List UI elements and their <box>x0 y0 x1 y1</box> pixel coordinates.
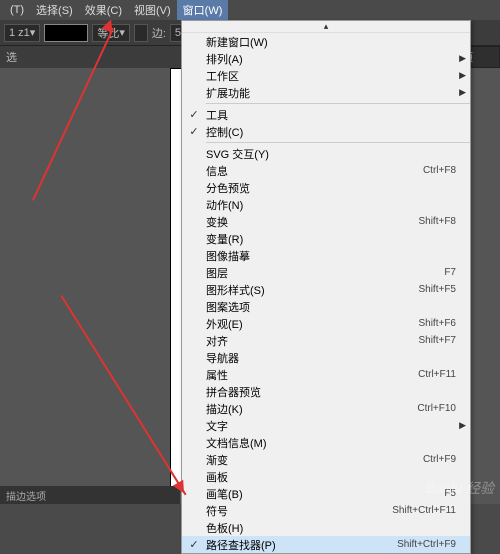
menu-item-label: 渐变 <box>206 452 423 468</box>
menu-item-label: 图像描摹 <box>206 248 456 264</box>
menu-item[interactable]: 文字▶ <box>182 417 470 434</box>
menu-item[interactable]: 属性Ctrl+F11 <box>182 366 470 383</box>
menu-item-shortcut: Shift+F5 <box>418 284 456 295</box>
menu-item[interactable]: 拼合器预览 <box>182 383 470 400</box>
menu-item-shortcut: Ctrl+F8 <box>423 165 456 176</box>
watermark: Baidu 经验 <box>426 478 494 498</box>
menu-item[interactable]: 描边(K)Ctrl+F10 <box>182 400 470 417</box>
check-icon: ✓ <box>182 125 206 138</box>
menu-item[interactable]: ✓路径查找器(P)Shift+Ctrl+F9 <box>182 536 470 553</box>
submenu-arrow-icon: ▶ <box>459 70 466 81</box>
menubar-item-1[interactable]: 选择(S) <box>30 0 79 20</box>
menu-item[interactable]: 新建窗口(W) <box>182 33 470 50</box>
menu-item-label: 动作(N) <box>206 197 456 213</box>
menu-item[interactable]: 图层F7 <box>182 264 470 281</box>
stroke-preview[interactable] <box>44 24 88 42</box>
menu-item-label: 图案选项 <box>206 299 456 315</box>
menu-item-label: 导航器 <box>206 350 456 366</box>
menu-item[interactable]: 扩展功能▶ <box>182 84 470 101</box>
menu-item-label: 图层 <box>206 265 444 281</box>
zoom-select[interactable]: 1 z1 ▾ <box>4 24 40 42</box>
menu-item[interactable]: 图案选项 <box>182 298 470 315</box>
menu-item[interactable]: 文档信息(M) <box>182 434 470 451</box>
menubar-item-4[interactable]: 窗口(W) <box>177 0 229 20</box>
menubar-item-3[interactable]: 视图(V) <box>128 0 177 20</box>
menu-item-shortcut: F7 <box>444 267 456 278</box>
menu-item[interactable]: 信息Ctrl+F8 <box>182 162 470 179</box>
menu-item[interactable]: 外观(E)Shift+F6 <box>182 315 470 332</box>
menu-item-label: 新建窗口(W) <box>206 34 456 50</box>
points-label: 边: <box>152 25 166 41</box>
menu-item-label: 文档信息(M) <box>206 435 456 451</box>
menu-item-label: 控制(C) <box>206 124 456 140</box>
menu-item-shortcut: Shift+Ctrl+F9 <box>397 539 456 550</box>
menu-item[interactable]: ✓控制(C) <box>182 123 470 140</box>
menu-item-shortcut: Shift+Ctrl+F11 <box>392 505 456 516</box>
menu-item-label: 色板(H) <box>206 520 456 536</box>
menu-scroll-up[interactable]: ▴ <box>182 21 470 33</box>
menu-item[interactable]: 图像描摹 <box>182 247 470 264</box>
menu-separator <box>206 142 470 143</box>
menu-item-shortcut: Shift+F7 <box>418 335 456 346</box>
menu-item-label: 符号 <box>206 503 392 519</box>
menu-item-label: 外观(E) <box>206 316 418 332</box>
menu-item[interactable]: SVG 交互(Y) <box>182 145 470 162</box>
menu-item[interactable]: 排列(A)▶ <box>182 50 470 67</box>
menu-item-label: 属性 <box>206 367 418 383</box>
menu-item-label: 工作区 <box>206 68 456 84</box>
bottom-bar: 描边选项 <box>0 486 180 504</box>
menu-item[interactable]: 渐变Ctrl+F9 <box>182 451 470 468</box>
menu-item[interactable]: 变量(R) <box>182 230 470 247</box>
menu-item-shortcut: Shift+F8 <box>418 216 456 227</box>
menu-item[interactable]: 图形样式(S)Shift+F5 <box>182 281 470 298</box>
menu-item[interactable]: 变换Shift+F8 <box>182 213 470 230</box>
menu-item-label: 扩展功能 <box>206 85 456 101</box>
menu-item[interactable]: 工作区▶ <box>182 67 470 84</box>
menu-item-label: 路径查找器(P) <box>206 537 397 553</box>
tool-prev[interactable] <box>134 24 148 42</box>
menu-item-label: 信息 <box>206 163 423 179</box>
menu-item-label: 画笔(B) <box>206 486 444 502</box>
menu-item-label: 描边(K) <box>206 401 417 417</box>
menu-item-label: 对齐 <box>206 333 418 349</box>
menu-separator <box>206 103 470 104</box>
menubar-item-0[interactable]: (T) <box>4 2 30 18</box>
menu-item-label: 变换 <box>206 214 418 230</box>
menu-item-shortcut: Ctrl+F10 <box>417 403 456 414</box>
menu-item[interactable]: 色板(H) <box>182 519 470 536</box>
check-icon: ✓ <box>182 538 206 551</box>
menu-item[interactable]: ✓工具 <box>182 106 470 123</box>
submenu-arrow-icon: ▶ <box>459 420 466 431</box>
menu-item[interactable]: 导航器 <box>182 349 470 366</box>
menu-item[interactable]: 对齐Shift+F7 <box>182 332 470 349</box>
menu-item-shortcut: Ctrl+F9 <box>423 454 456 465</box>
menu-item-label: 图形样式(S) <box>206 282 418 298</box>
menu-item[interactable]: 符号Shift+Ctrl+F11 <box>182 502 470 519</box>
menu-item-label: 工具 <box>206 107 456 123</box>
menu-item-label: 分色预览 <box>206 180 456 196</box>
menu-item-label: 排列(A) <box>206 51 456 67</box>
menu-item-label: SVG 交互(Y) <box>206 146 456 162</box>
menu-item-label: 画板 <box>206 469 456 485</box>
menu-item-shortcut: Shift+F6 <box>418 318 456 329</box>
submenu-arrow-icon: ▶ <box>459 53 466 64</box>
menu-item-label: 拼合器预览 <box>206 384 456 400</box>
check-icon: ✓ <box>182 108 206 121</box>
submenu-arrow-icon: ▶ <box>459 87 466 98</box>
menu-item[interactable]: 动作(N) <box>182 196 470 213</box>
menu-item-label: 文字 <box>206 418 456 434</box>
secbar-label: 选 <box>6 49 17 65</box>
menu-item-label: 变量(R) <box>206 231 456 247</box>
menu-item-shortcut: Ctrl+F11 <box>418 369 456 380</box>
menubar-item-2[interactable]: 效果(C) <box>79 0 128 20</box>
window-menu-dropdown: ▴ 新建窗口(W)排列(A)▶工作区▶扩展功能▶✓工具✓控制(C)SVG 交互(… <box>181 20 471 554</box>
menu-item[interactable]: 分色预览 <box>182 179 470 196</box>
